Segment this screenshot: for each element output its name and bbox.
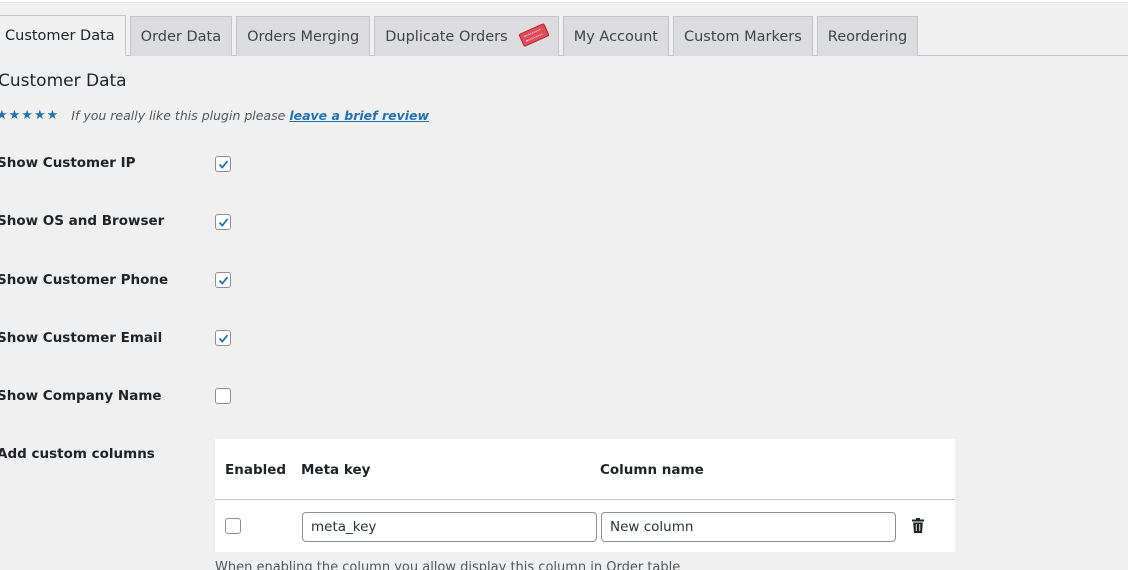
trash-icon-graphic [912, 518, 924, 533]
tab-label: Reordering [827, 28, 908, 45]
tab-label: Customer Data [5, 27, 115, 44]
tab-label: Duplicate Orders [385, 28, 508, 45]
rating-stars-icon: ★★★★★ [0, 108, 60, 123]
checkbox-customer-phone[interactable] [215, 272, 231, 288]
checkmark-icon [218, 276, 229, 285]
checkbox-os-browser[interactable] [215, 214, 231, 230]
settings-page: Customer Data Order Data Orders Merging … [0, 0, 1128, 570]
tab-orders-merging[interactable]: Orders Merging [236, 16, 371, 56]
setting-label-os-browser: Show OS and Browser [0, 213, 165, 229]
setting-label-customer-ip: Show Customer IP [0, 155, 136, 171]
custom-columns-table: Enabled Meta key Column name meta_key Ne… [215, 439, 955, 552]
review-prompt: ★★★★★ If you really like this plugin ple… [0, 108, 429, 123]
new-badge-icon [518, 22, 550, 47]
tab-label: My Account [573, 28, 658, 45]
trash-icon[interactable] [912, 518, 924, 537]
column-name-input[interactable]: New column [601, 512, 896, 542]
tab-duplicate-orders[interactable]: Duplicate Orders [374, 16, 559, 56]
table-header: Enabled Meta key Column name [215, 439, 955, 500]
tab-my-account[interactable]: My Account [562, 16, 669, 56]
tab-bar: Customer Data Order Data Orders Merging … [0, 15, 1128, 56]
setting-label-company-name: Show Company Name [0, 388, 162, 404]
setting-label-custom-columns: Add custom columns [0, 446, 155, 462]
tab-label: Custom Markers [683, 28, 802, 45]
setting-label-customer-email: Show Customer Email [0, 330, 163, 346]
meta-key-input[interactable]: meta_key [302, 512, 597, 542]
tab-custom-markers[interactable]: Custom Markers [672, 16, 813, 56]
header-enabled: Enabled [225, 462, 287, 478]
custom-columns-note: When enabling the column you allow displ… [215, 560, 681, 570]
header-meta-key: Meta key [301, 462, 371, 478]
checkbox-column-enabled[interactable] [225, 518, 241, 534]
tab-label: Order Data [140, 28, 222, 45]
tab-label: Orders Merging [247, 28, 360, 45]
checkmark-icon [218, 334, 229, 343]
checkbox-customer-email[interactable] [215, 330, 231, 346]
tab-order-data[interactable]: Order Data [129, 16, 233, 56]
checkbox-company-name[interactable] [215, 388, 231, 404]
checkmark-icon [218, 218, 229, 227]
header-column-name: Column name [600, 462, 704, 478]
tab-reordering[interactable]: Reordering [816, 16, 919, 56]
review-link[interactable]: leave a brief review [289, 108, 429, 123]
checkbox-customer-ip[interactable] [215, 156, 231, 172]
page-title: Customer Data [0, 71, 127, 91]
review-text: If you really like this plugin please [71, 108, 286, 123]
setting-label-customer-phone: Show Customer Phone [0, 272, 169, 288]
top-border [0, 0, 1128, 3]
tab-customer-data[interactable]: Customer Data [0, 15, 126, 56]
checkmark-icon [218, 160, 229, 169]
